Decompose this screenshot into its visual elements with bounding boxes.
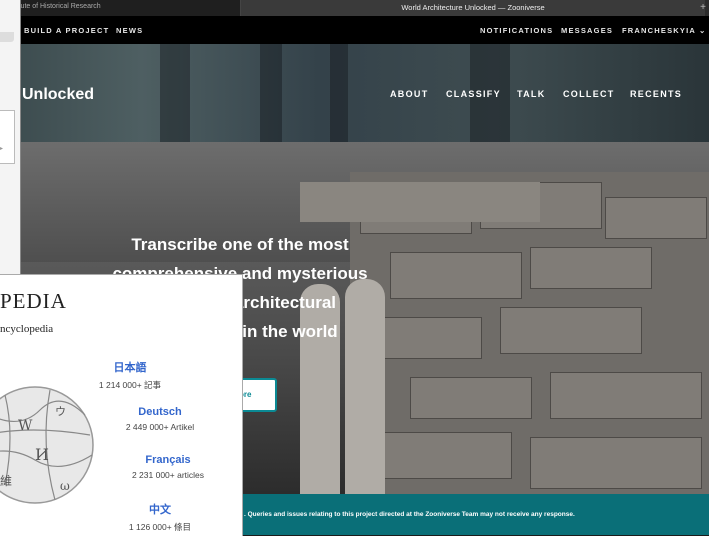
- browser-tab-ihr[interactable]: | Institute of Historical Research: [0, 0, 241, 16]
- language-link-de[interactable]: Deutsch 2 449 000+ Artikel: [100, 406, 220, 432]
- svg-text:維: 維: [0, 474, 12, 488]
- nav-user-menu[interactable]: FRANCHESKYIA ⌄: [622, 26, 706, 35]
- tab-title: World Architecture Unlocked — Zooniverse: [401, 3, 545, 12]
- project-nav-talk[interactable]: TALK: [517, 89, 546, 99]
- article-count: 1 214 000+ 記事: [98, 380, 162, 390]
- language-name: Français: [145, 454, 191, 466]
- wikipedia-globe-icon: W И 維 ウ ω: [0, 386, 94, 504]
- hero-headline-line: Transcribe one of the most: [131, 235, 349, 254]
- panel-field[interactable]: [0, 32, 14, 42]
- nav-build-project[interactable]: BUILD A PROJECT: [24, 26, 109, 35]
- new-tab-button[interactable]: +: [697, 0, 709, 16]
- language-name: 日本語: [113, 362, 147, 374]
- arrow-icon: ▸: [0, 146, 4, 152]
- svg-text:ウ: ウ: [55, 405, 66, 418]
- project-title[interactable]: Unlocked: [22, 86, 94, 104]
- project-nav-about[interactable]: ABOUT: [390, 89, 429, 99]
- svg-text:И: И: [35, 445, 49, 464]
- announcement-text: . Queries and issues relating to this pr…: [244, 511, 575, 518]
- project-nav-classify[interactable]: CLASSIFY: [446, 89, 501, 99]
- wikipedia-portal-window: PEDIA ncyclopedia W И 維 ウ ω 日本語 1 214 00…: [0, 274, 243, 536]
- language-link-fr[interactable]: Français 2 231 000+ articles: [108, 454, 228, 480]
- language-link-ja[interactable]: 日本語 1 214 000+ 記事: [70, 359, 190, 391]
- nav-notifications[interactable]: NOTIFICATIONS: [480, 26, 553, 35]
- article-count: 2 231 000+ articles: [131, 470, 205, 480]
- nav-messages[interactable]: MESSAGES: [561, 26, 613, 35]
- language-name: Deutsch: [138, 406, 182, 418]
- project-nav-recents[interactable]: RECENTS: [630, 89, 682, 99]
- wikipedia-tagline: ncyclopedia: [0, 323, 54, 335]
- article-count: 2 449 000+ Artikel: [125, 422, 195, 432]
- svg-text:W: W: [18, 418, 33, 434]
- project-nav-collect[interactable]: COLLECT: [563, 89, 615, 99]
- language-name: 中文: [149, 504, 171, 516]
- article-count: 1 126 000+ 條目: [128, 522, 192, 532]
- browser-tab-strip: | Institute of Historical Research World…: [0, 0, 709, 16]
- wikipedia-wordmark: PEDIA: [0, 289, 67, 313]
- panel-box[interactable]: [0, 110, 15, 164]
- language-link-zh[interactable]: 中文 1 126 000+ 條目: [100, 501, 220, 533]
- nav-news[interactable]: NEWS: [116, 26, 143, 35]
- browser-tab-zooniverse[interactable]: World Architecture Unlocked — Zooniverse: [241, 0, 705, 16]
- svg-text:ω: ω: [60, 479, 70, 493]
- site-top-nav: BUILD A PROJECT NEWS NOTIFICATIONS MESSA…: [0, 16, 709, 44]
